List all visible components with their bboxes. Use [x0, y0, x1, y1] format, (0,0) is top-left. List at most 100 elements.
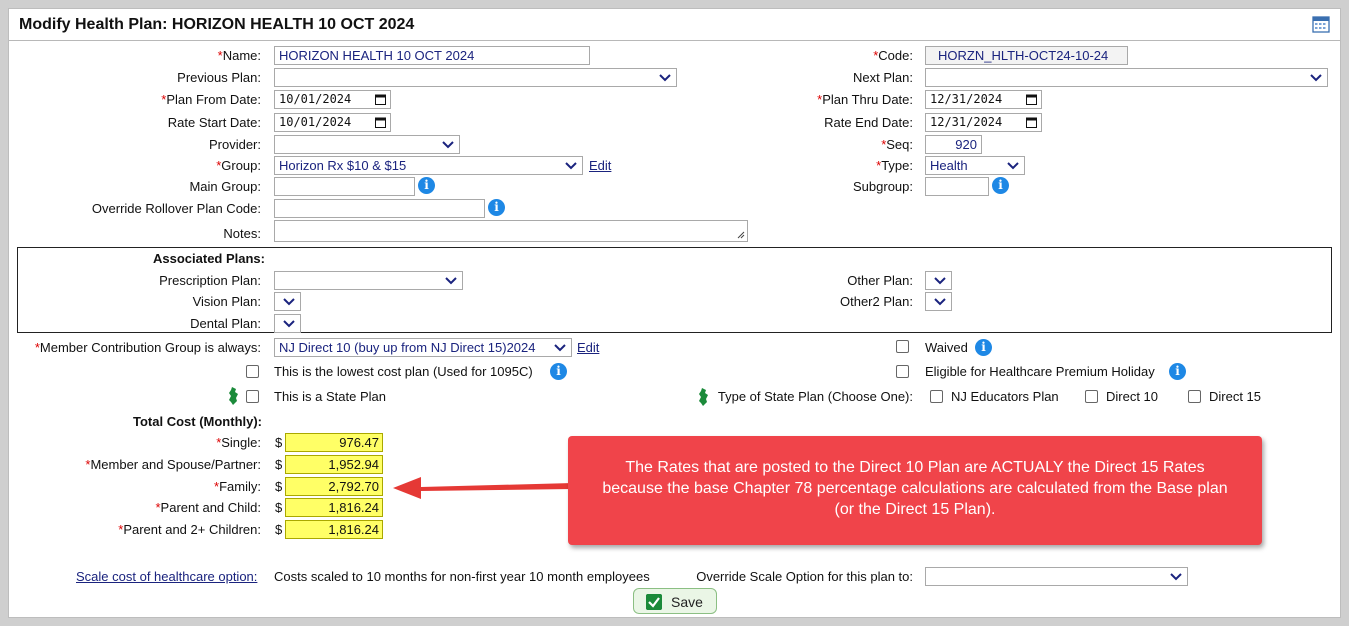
nj-educators-checkbox[interactable] [930, 390, 943, 403]
waived-checkbox[interactable] [896, 340, 909, 353]
rate-end-date-input[interactable]: 12/31/2024 [925, 113, 1042, 132]
chevron-down-icon [283, 320, 295, 328]
vision-plan-select[interactable] [274, 292, 301, 311]
notes-textarea[interactable] [274, 220, 748, 242]
plan-thru-date-input[interactable]: 12/31/2024 [925, 90, 1042, 109]
provider-label: Provider: [208, 137, 261, 152]
dental-plan-label: Dental Plan: [190, 316, 261, 331]
other-plan-select[interactable] [925, 271, 952, 290]
associated-plans-header: Associated Plans: [153, 251, 265, 266]
cost-input-single[interactable]: 976.47 [285, 433, 383, 452]
chevron-down-icon [283, 298, 295, 306]
previous-plan-label: Previous Plan: [177, 70, 261, 85]
plan-from-label: *Plan From Date: [161, 92, 261, 107]
annotation-arrow [393, 477, 573, 499]
override-rollover-input[interactable] [274, 199, 485, 218]
override-scale-select[interactable] [925, 567, 1188, 586]
calendar-icon[interactable] [375, 117, 386, 128]
name-label: *Name: [217, 48, 261, 63]
chevron-down-icon [445, 277, 457, 285]
cost-input-parent-child[interactable]: 1,816.24 [285, 498, 383, 517]
rate-end-label: Rate End Date: [824, 115, 913, 130]
cost-label-family: *Family: [214, 479, 261, 494]
dental-plan-select[interactable] [274, 314, 301, 333]
scale-cost-description: Costs scaled to 10 months for non-first … [274, 569, 650, 584]
direct10-checkbox[interactable] [1085, 390, 1098, 403]
prescription-plan-select[interactable] [274, 271, 463, 290]
next-plan-select[interactable] [925, 68, 1328, 87]
cost-input-parent-children[interactable]: 1,816.24 [285, 520, 383, 539]
contribution-edit-link[interactable]: Edit [577, 340, 599, 355]
type-select[interactable]: Health [925, 156, 1025, 175]
type-label: *Type: [876, 158, 913, 173]
save-button[interactable]: Save [633, 588, 717, 614]
code-label: *Code: [873, 48, 913, 63]
direct15-checkbox[interactable] [1188, 390, 1201, 403]
previous-plan-select[interactable] [274, 68, 677, 87]
group-select-value: Horizon Rx $10 & $15 [279, 158, 407, 173]
group-label: *Group: [216, 158, 261, 173]
other2-plan-label: Other2 Plan: [840, 294, 913, 309]
save-button-label: Save [671, 594, 703, 610]
chevron-down-icon [659, 74, 671, 82]
rate-start-date-input[interactable]: 10/01/2024 [274, 113, 391, 132]
page-title: Modify Health Plan: HORIZON HEALTH 10 OC… [19, 16, 415, 33]
member-contribution-select[interactable]: NJ Direct 10 (buy up from NJ Direct 15)2… [274, 338, 572, 357]
lowest-cost-checkbox[interactable] [246, 365, 259, 378]
annotation-callout: The Rates that are posted to the Direct … [568, 436, 1262, 545]
chevron-down-icon [934, 277, 946, 285]
member-contribution-label: *Member Contribution Group is always: [34, 340, 261, 355]
calendar-icon[interactable] [375, 94, 386, 105]
seq-input[interactable]: 920 [925, 135, 982, 154]
seq-label: *Seq: [881, 137, 913, 152]
vision-plan-label: Vision Plan: [192, 294, 261, 309]
chevron-down-icon [554, 344, 566, 352]
other2-plan-select[interactable] [925, 292, 952, 311]
type-select-value: Health [930, 158, 968, 173]
cost-label-single: *Single: [216, 435, 261, 450]
scale-cost-link[interactable]: Scale cost of healthcare option: [76, 569, 257, 584]
name-input[interactable]: HORIZON HEALTH 10 OCT 2024 [274, 46, 590, 65]
info-icon[interactable]: i [418, 177, 435, 194]
chevron-down-icon [1007, 162, 1019, 170]
rate-start-date-value: 10/01/2024 [279, 115, 352, 129]
notes-label: Notes: [223, 226, 261, 241]
calendar-icon[interactable] [1312, 15, 1330, 33]
state-plan-checkbox[interactable] [246, 390, 259, 403]
subgroup-input[interactable] [925, 177, 989, 196]
currency-symbol: $ [275, 522, 283, 537]
modify-health-plan-panel: Modify Health Plan: HORIZON HEALTH 10 OC… [8, 8, 1341, 618]
group-select[interactable]: Horizon Rx $10 & $15 [274, 156, 583, 175]
info-icon[interactable]: i [488, 199, 505, 216]
info-icon[interactable]: i [1169, 363, 1186, 380]
nj-educators-label: NJ Educators Plan [951, 389, 1059, 404]
total-cost-header: Total Cost (Monthly): [133, 414, 263, 429]
direct15-label: Direct 15 [1209, 389, 1262, 404]
info-icon[interactable]: i [992, 177, 1009, 194]
holiday-checkbox[interactable] [896, 365, 909, 378]
resize-handle-icon[interactable] [737, 231, 745, 239]
currency-symbol: $ [275, 479, 283, 494]
info-icon[interactable]: i [975, 339, 992, 356]
plan-from-date-input[interactable]: 10/01/2024 [274, 90, 391, 109]
currency-symbol: $ [275, 457, 283, 472]
plan-from-date-value: 10/01/2024 [279, 92, 352, 106]
override-rollover-label: Override Rollover Plan Code: [91, 201, 261, 216]
calendar-icon[interactable] [1026, 117, 1037, 128]
cost-label-parent-children: *Parent and 2+ Children: [118, 522, 261, 537]
title-bar: Modify Health Plan: HORIZON HEALTH 10 OC… [9, 9, 1340, 41]
calendar-icon[interactable] [1026, 94, 1037, 105]
provider-select[interactable] [274, 135, 460, 154]
info-icon[interactable]: i [550, 363, 567, 380]
cost-input-member-spouse[interactable]: 1,952.94 [285, 455, 383, 474]
next-plan-label: Next Plan: [853, 70, 913, 85]
member-contribution-value: NJ Direct 10 (buy up from NJ Direct 15)2… [279, 340, 536, 355]
code-input[interactable]: HORZN_HLTH-OCT24-10-24 [925, 46, 1128, 65]
prescription-plan-label: Prescription Plan: [159, 273, 261, 288]
rate-end-date-value: 12/31/2024 [930, 115, 1003, 129]
cost-input-family[interactable]: 2,792.70 [285, 477, 383, 496]
chevron-down-icon [1170, 573, 1182, 581]
main-group-input[interactable] [274, 177, 415, 196]
plan-thru-date-value: 12/31/2024 [930, 92, 1003, 106]
group-edit-link[interactable]: Edit [589, 158, 611, 173]
